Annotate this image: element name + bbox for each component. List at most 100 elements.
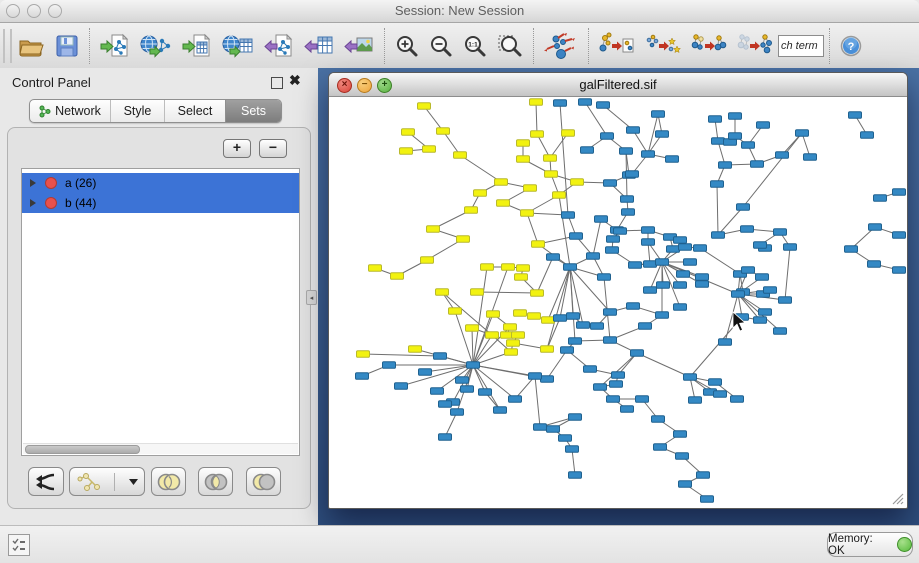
graph-edge[interactable] xyxy=(363,354,440,356)
list-item-set-a[interactable]: a (26) xyxy=(22,173,299,193)
graph-node[interactable] xyxy=(689,397,702,404)
graph-node[interactable] xyxy=(711,181,724,188)
graph-edge[interactable] xyxy=(460,155,501,182)
tab-style[interactable]: Style xyxy=(110,100,164,122)
graph-node[interactable] xyxy=(621,196,634,203)
graph-node[interactable] xyxy=(486,332,499,339)
graph-edge[interactable] xyxy=(535,376,540,427)
graph-node[interactable] xyxy=(696,281,709,288)
diff-networks-stars-button[interactable] xyxy=(640,26,686,66)
close-panel-icon[interactable]: ✖ xyxy=(289,72,301,89)
graph-node[interactable] xyxy=(845,246,858,253)
graph-node[interactable] xyxy=(741,226,754,233)
graph-node[interactable] xyxy=(534,424,547,431)
save-session-button[interactable] xyxy=(50,26,84,66)
graph-node[interactable] xyxy=(409,346,422,353)
graph-node[interactable] xyxy=(584,366,597,373)
graph-node[interactable] xyxy=(487,311,500,318)
graph-node[interactable] xyxy=(497,200,510,207)
graph-node[interactable] xyxy=(729,133,742,140)
help-button[interactable]: ? xyxy=(835,26,867,66)
graph-node[interactable] xyxy=(620,148,633,155)
graph-node[interactable] xyxy=(627,303,640,310)
graph-node[interactable] xyxy=(893,267,906,274)
graph-node[interactable] xyxy=(434,353,447,360)
graph-node[interactable] xyxy=(439,434,452,441)
graph-node[interactable] xyxy=(531,131,544,138)
graph-node[interactable] xyxy=(562,212,575,219)
graph-node[interactable] xyxy=(621,406,634,413)
graph-node[interactable] xyxy=(437,128,450,135)
graph-node[interactable] xyxy=(564,264,577,271)
graph-node[interactable] xyxy=(679,244,692,251)
memory-status-button[interactable]: Memory: OK xyxy=(827,532,913,557)
graph-node[interactable] xyxy=(517,140,530,147)
tab-network[interactable]: Network xyxy=(30,100,110,122)
graph-node[interactable] xyxy=(554,315,567,322)
graph-node[interactable] xyxy=(656,131,669,138)
graph-node[interactable] xyxy=(607,396,620,403)
graph-edge[interactable] xyxy=(537,257,553,293)
graph-node[interactable] xyxy=(612,372,625,379)
graph-node[interactable] xyxy=(456,377,469,384)
graph-node[interactable] xyxy=(449,308,462,315)
graph-node[interactable] xyxy=(719,339,732,346)
graph-node[interactable] xyxy=(757,122,770,129)
graph-node[interactable] xyxy=(567,313,580,320)
graph-node[interactable] xyxy=(764,287,777,294)
graph-edge[interactable] xyxy=(548,267,570,320)
graph-node[interactable] xyxy=(697,472,710,479)
graph-edge[interactable] xyxy=(527,213,538,244)
graph-node[interactable] xyxy=(571,179,584,186)
graph-edge[interactable] xyxy=(593,219,601,256)
graph-edge[interactable] xyxy=(637,353,690,377)
float-panel-icon[interactable] xyxy=(271,77,283,89)
graph-node[interactable] xyxy=(614,228,627,235)
graph-node[interactable] xyxy=(569,338,582,345)
graph-node[interactable] xyxy=(465,207,478,214)
graph-node[interactable] xyxy=(423,146,436,153)
graph-node[interactable] xyxy=(494,407,507,414)
main-titlebar[interactable]: Session: New Session xyxy=(0,0,919,23)
graph-node[interactable] xyxy=(418,103,431,110)
graph-node[interactable] xyxy=(674,237,687,244)
list-item-set-b[interactable]: b (44) xyxy=(22,193,299,213)
network-canvas[interactable] xyxy=(330,97,906,507)
graph-node[interactable] xyxy=(451,409,464,416)
graph-node[interactable] xyxy=(504,324,517,331)
graph-edge[interactable] xyxy=(547,350,567,379)
graph-edge[interactable] xyxy=(473,365,485,392)
graph-node[interactable] xyxy=(604,309,617,316)
graph-node[interactable] xyxy=(729,113,742,120)
graph-node[interactable] xyxy=(431,388,444,395)
graph-node[interactable] xyxy=(517,156,530,163)
graph-node[interactable] xyxy=(754,317,767,324)
graph-node[interactable] xyxy=(532,241,545,248)
graph-node[interactable] xyxy=(402,129,415,136)
graph-node[interactable] xyxy=(512,332,525,339)
graph-node[interactable] xyxy=(610,381,623,388)
graph-node[interactable] xyxy=(524,185,537,192)
disclosure-triangle-icon[interactable] xyxy=(30,199,36,207)
graph-node[interactable] xyxy=(545,171,558,178)
graph-node[interactable] xyxy=(566,446,579,453)
graph-node[interactable] xyxy=(656,259,669,266)
graph-node[interactable] xyxy=(400,148,413,155)
remove-set-button[interactable]: − xyxy=(259,139,287,158)
create-set-from-network-button[interactable] xyxy=(69,467,145,496)
graph-node[interactable] xyxy=(587,253,600,260)
diff-networks-file-button[interactable] xyxy=(594,26,640,66)
graph-node[interactable] xyxy=(759,309,772,316)
graph-node[interactable] xyxy=(577,322,590,329)
graph-edge[interactable] xyxy=(717,184,718,235)
graph-node[interactable] xyxy=(562,130,575,137)
panel-collapse-handle[interactable]: ◂ xyxy=(306,290,317,305)
graph-node[interactable] xyxy=(457,236,470,243)
graph-edge[interactable] xyxy=(559,195,570,267)
graph-node[interactable] xyxy=(529,373,542,380)
disclosure-triangle-icon[interactable] xyxy=(30,179,36,187)
apply-layout-button[interactable] xyxy=(539,26,583,66)
zoom-actual-size-button[interactable]: 1:1 xyxy=(458,26,492,66)
set-intersection-button[interactable] xyxy=(198,467,233,496)
add-set-button[interactable]: + xyxy=(223,139,251,158)
